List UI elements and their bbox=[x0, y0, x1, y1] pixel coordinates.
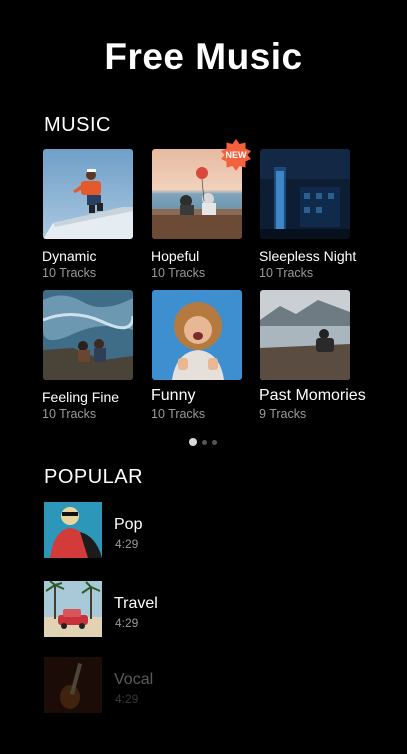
playlist-cover-past-momories bbox=[260, 290, 350, 380]
popular-item-duration: 4:29 bbox=[115, 537, 139, 551]
new-badge-label: NEW bbox=[226, 150, 248, 160]
playlist-track-count: 10 Tracks bbox=[151, 266, 206, 280]
playlist-cover-feeling-fine bbox=[43, 290, 133, 380]
playlist-track-count: 10 Tracks bbox=[151, 407, 206, 421]
pager-dot[interactable] bbox=[202, 440, 207, 445]
music-section-title: MUSIC bbox=[44, 114, 111, 136]
popular-item-travel[interactable]: Travel 4:29 bbox=[44, 581, 374, 639]
travel-cover bbox=[44, 581, 102, 637]
popular-item-duration: 4:29 bbox=[115, 616, 139, 630]
playlist-title: Sleepless Night bbox=[259, 248, 357, 264]
playlist-track-count: 10 Tracks bbox=[42, 407, 97, 421]
playlist-track-count: 9 Tracks bbox=[259, 407, 307, 421]
popular-item-vocal[interactable]: Vocal 4:29 bbox=[44, 657, 374, 715]
popular-item-title: Travel bbox=[114, 595, 158, 612]
playlist-title: Dynamic bbox=[42, 248, 97, 264]
popular-item-title: Vocal bbox=[114, 671, 154, 688]
playlist-cover-dynamic bbox=[43, 149, 133, 239]
playlist-track-count: 10 Tracks bbox=[259, 266, 314, 280]
playlist-title: Funny bbox=[151, 387, 196, 404]
page-title: Free Music bbox=[104, 36, 303, 77]
playlist-title: Past Momories bbox=[259, 387, 366, 404]
playlist-title: Hopeful bbox=[151, 248, 200, 264]
pager-dot[interactable] bbox=[212, 440, 217, 445]
playlist-title: Feeling Fine bbox=[42, 389, 120, 405]
popular-item-pop[interactable]: Pop 4:29 bbox=[44, 502, 374, 560]
vocal-cover bbox=[44, 657, 102, 713]
playlist-track-count: 10 Tracks bbox=[42, 266, 97, 280]
pager-dot-active[interactable] bbox=[189, 438, 197, 446]
playlist-cover-funny bbox=[152, 290, 242, 380]
pop-cover bbox=[44, 502, 102, 558]
popular-item-title: Pop bbox=[114, 516, 143, 533]
playlist-cover-sleepless-night bbox=[260, 149, 350, 239]
popular-section-title: POPULAR bbox=[44, 466, 144, 488]
new-badge: NEW bbox=[219, 138, 253, 172]
popular-item-duration: 4:29 bbox=[115, 692, 139, 706]
